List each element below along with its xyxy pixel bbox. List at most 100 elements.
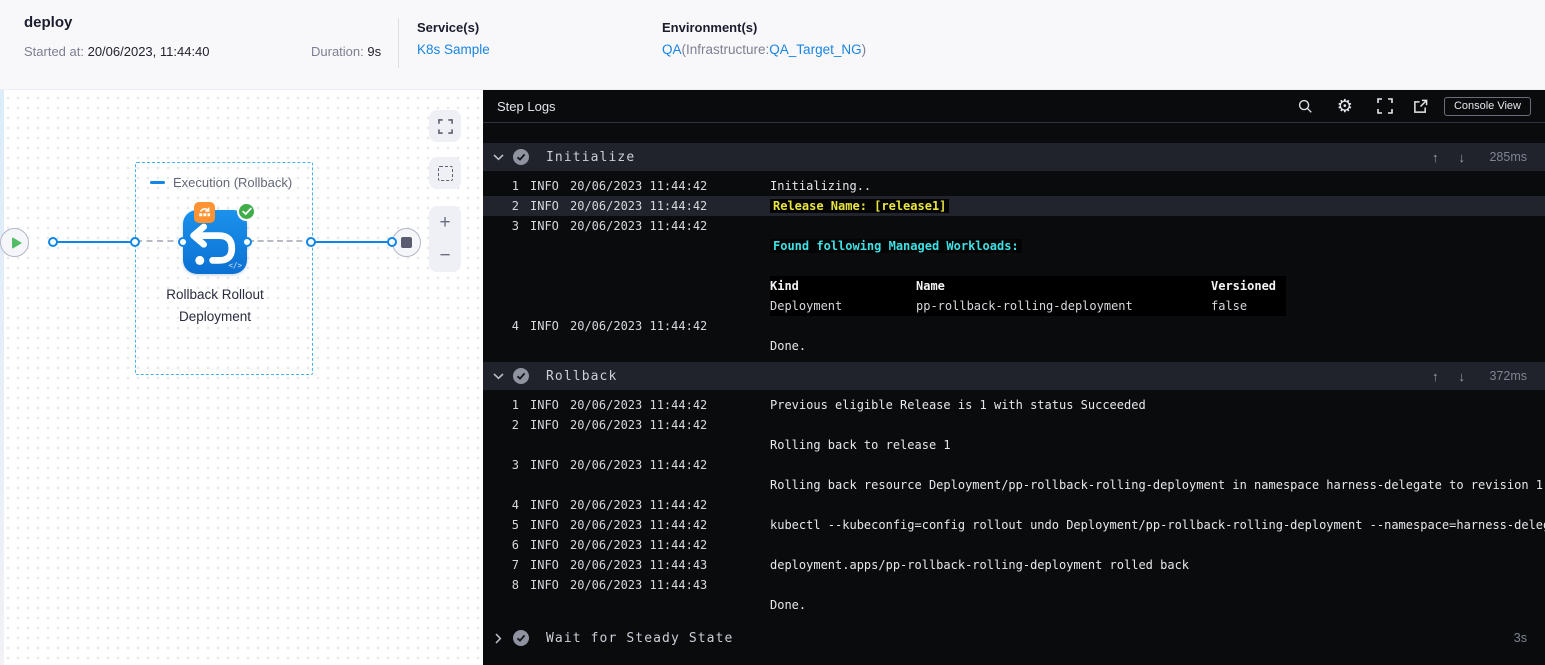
log-table-header-line[interactable]: Kind Name Versioned xyxy=(483,276,1545,296)
log-line[interactable]: 4 INFO 20/06/2023 11:44:42 xyxy=(483,316,1545,336)
step-node-label: Rollback Rollout Deployment xyxy=(166,287,264,324)
chevron-right-icon[interactable] xyxy=(483,632,513,644)
zoom-out-button[interactable]: − xyxy=(429,239,461,272)
canvas-zoom-controls: + − xyxy=(429,206,461,272)
log-line-selected[interactable]: 2 INFO 20/06/2023 11:44:42 Release Name: [r… xyxy=(483,196,1545,216)
started-at-label: Started at: xyxy=(24,44,88,59)
environments-column: Environment(s) QA(Infrastructure:QA_Targ… xyxy=(662,20,866,57)
log-line[interactable]: Rolling back to release 1 xyxy=(483,435,1545,455)
section-title: Initialize xyxy=(546,149,636,165)
line-number: 6 xyxy=(511,538,519,552)
log-line[interactable]: 3 INFO 20/06/2023 11:44:42 xyxy=(483,455,1545,475)
table-cell-versioned: false xyxy=(1211,299,1248,313)
log-line[interactable]: Done. xyxy=(483,336,1545,356)
chevron-down-icon[interactable] xyxy=(483,372,513,380)
log-message: Done. xyxy=(770,339,807,353)
section-header-initialize[interactable]: Initialize ↑ ↓ 285ms xyxy=(483,143,1545,171)
log-message: kubectl --kubeconfig=config rollout undo… xyxy=(770,518,1545,532)
log-message xyxy=(770,415,1545,435)
section-header-wait-for-steady-state[interactable]: Wait for Steady State 3s xyxy=(483,624,1545,652)
log-message: deployment.apps/pp-rollback-rolling-depl… xyxy=(770,558,1190,572)
pipeline-graph-canvas[interactable]: Execution (Rollback) </> Rollback Rollou… xyxy=(0,90,483,665)
log-line[interactable]: 7 INFO 20/06/2023 11:44:43 deployment.apps/… xyxy=(483,555,1545,575)
log-timestamp: 20/06/2023 11:44:42 xyxy=(570,498,708,512)
log-table-row-line[interactable]: Deployment pp-rollback-rolling-deployment… xyxy=(483,296,1545,316)
marquee-select-icon xyxy=(437,165,453,181)
connector-dot xyxy=(306,237,316,247)
scroll-to-top-button[interactable]: ↑ xyxy=(1432,369,1439,384)
canvas-fullscreen-button[interactable] xyxy=(429,110,461,142)
log-level: INFO xyxy=(530,498,559,512)
search-icon[interactable] xyxy=(1298,99,1313,114)
log-line[interactable]: 5 INFO 20/06/2023 11:44:42 kubectl --kubeco… xyxy=(483,515,1545,535)
log-timestamp: 20/06/2023 11:44:42 xyxy=(570,518,708,532)
log-timestamp: 20/06/2023 11:44:42 xyxy=(570,458,708,472)
connector-dot xyxy=(387,237,397,247)
line-number: 7 xyxy=(511,558,519,572)
log-line[interactable]: 3 INFO 20/06/2023 11:44:42 xyxy=(483,216,1545,236)
scroll-to-top-button[interactable]: ↑ xyxy=(1432,150,1439,165)
chevron-down-icon[interactable] xyxy=(483,153,513,161)
section-title: Wait for Steady State xyxy=(546,630,734,646)
log-message xyxy=(770,535,1545,555)
log-line[interactable]: 1 INFO 20/06/2023 11:44:42 Previous eligibl… xyxy=(483,395,1545,415)
step-node-rollback-rollout-deployment[interactable]: </> xyxy=(183,202,256,274)
log-line[interactable]: 1 INFO 20/06/2023 11:44:42 Initializing.. xyxy=(483,176,1545,196)
settings-gear-icon[interactable]: ⚙ xyxy=(1337,97,1353,115)
log-message: Rolling back resource Deployment/pp-roll… xyxy=(770,478,1544,492)
collapse-group-icon[interactable] xyxy=(150,181,165,184)
log-message-highlight: Found following Managed Workloads: xyxy=(770,239,1022,253)
open-in-new-icon[interactable] xyxy=(1413,99,1428,114)
section-title: Rollback xyxy=(546,368,618,384)
log-line[interactable]: 8 INFO 20/06/2023 11:44:43 xyxy=(483,575,1545,595)
section-duration: 372ms xyxy=(1489,369,1527,383)
log-level: INFO xyxy=(530,558,559,572)
zoom-in-button[interactable]: + xyxy=(429,206,461,239)
log-level: INFO xyxy=(530,578,559,592)
connector-dot xyxy=(48,237,58,247)
environments-label: Environment(s) xyxy=(662,20,758,35)
environment-link[interactable]: QA xyxy=(662,42,682,57)
line-number: 4 xyxy=(511,319,519,333)
duration-label: Duration: xyxy=(311,44,368,59)
section-duration: 285ms xyxy=(1489,150,1527,164)
log-message xyxy=(770,256,1545,276)
log-line[interactable] xyxy=(483,256,1545,276)
console-view-button[interactable]: Console View xyxy=(1443,96,1531,116)
line-number: 2 xyxy=(511,199,519,213)
log-message-highlight: Release Name: [release1] xyxy=(770,199,950,213)
log-level: INFO xyxy=(530,398,559,412)
scroll-to-bottom-button[interactable]: ↓ xyxy=(1459,150,1466,165)
section-header-rollback[interactable]: Rollback ↑ ↓ 372ms xyxy=(483,362,1545,390)
log-line[interactable]: Rolling back resource Deployment/pp-roll… xyxy=(483,475,1545,495)
step-logs-panel: Step Logs ⚙ Console View Initialize ↑ ↓ … xyxy=(483,90,1545,665)
table-cell-name: pp-rollback-rolling-deployment xyxy=(916,299,1133,313)
expand-logs-icon[interactable] xyxy=(1377,98,1393,114)
infrastructure-link[interactable]: QA_Target_NG xyxy=(769,42,861,57)
start-node xyxy=(0,228,29,257)
log-level: INFO xyxy=(530,418,559,432)
scroll-to-bottom-button[interactable]: ↓ xyxy=(1459,369,1466,384)
connector-dot xyxy=(178,237,188,247)
log-level: INFO xyxy=(530,179,559,193)
edge-start-to-group xyxy=(52,241,136,243)
line-number: 1 xyxy=(511,398,519,412)
step-success-check-icon xyxy=(513,149,529,165)
service-link[interactable]: K8s Sample xyxy=(417,42,490,57)
log-line[interactable]: Done. xyxy=(483,595,1545,615)
duration: Duration: 9s xyxy=(311,44,381,59)
log-line[interactable]: Found following Managed Workloads: xyxy=(483,236,1545,256)
log-timestamp: 20/06/2023 11:44:42 xyxy=(570,319,708,333)
log-line[interactable]: 2 INFO 20/06/2023 11:44:42 xyxy=(483,415,1545,435)
log-timestamp: 20/06/2023 11:44:42 xyxy=(570,219,708,233)
log-line[interactable]: 6 INFO 20/06/2023 11:44:42 xyxy=(483,535,1545,555)
log-line[interactable]: 4 INFO 20/06/2023 11:44:42 xyxy=(483,495,1545,515)
log-level: INFO xyxy=(530,319,559,333)
table-col-name: Name xyxy=(916,279,945,293)
edge-group-to-end xyxy=(312,241,393,243)
table-cell-kind: Deployment xyxy=(770,299,843,313)
canvas-marquee-select-button[interactable] xyxy=(429,157,461,189)
log-timestamp: 20/06/2023 11:44:42 xyxy=(570,199,708,213)
fullscreen-icon xyxy=(437,118,453,134)
execution-group-label: Execution (Rollback) xyxy=(173,175,293,190)
